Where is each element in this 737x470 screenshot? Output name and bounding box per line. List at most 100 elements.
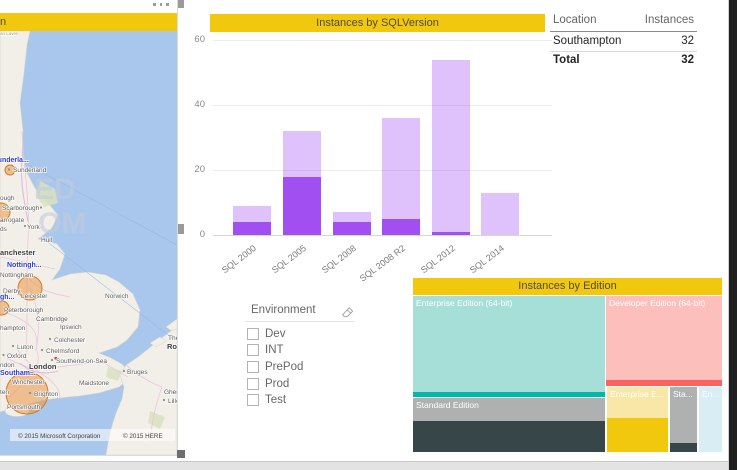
map-city-dot xyxy=(41,349,43,351)
treemap-tile-label: Developer Edition (64-bit) xyxy=(609,298,721,308)
x-tick-label: SQL 2000 xyxy=(204,243,258,287)
y-tick-label: 60 xyxy=(181,34,205,45)
bar-highlighted[interactable] xyxy=(233,222,271,235)
table-header-row: Location Instances xyxy=(550,14,697,26)
table-row[interactable]: Southampton 32 xyxy=(550,35,697,47)
bar-highlighted[interactable] xyxy=(283,177,321,236)
map-city-label: Scarborough xyxy=(2,205,40,212)
resize-handle-bottom[interactable] xyxy=(177,450,185,458)
checkbox-int[interactable] xyxy=(247,344,259,356)
treemap-tile-highlight xyxy=(606,380,722,386)
treemap-tile-label: Enterprise E... xyxy=(610,389,667,399)
treemap-tile[interactable]: Standard Edition xyxy=(413,398,605,452)
map-city-label: Hull xyxy=(41,237,53,244)
treemap-tile-label: Sta... xyxy=(673,389,696,399)
map-city-label: hampton xyxy=(0,325,26,332)
y-tick-label: 40 xyxy=(181,99,205,110)
treemap-tile-highlight xyxy=(607,418,668,452)
map-city-dot xyxy=(123,370,125,372)
slicer-divider xyxy=(245,321,354,322)
table-divider xyxy=(550,31,697,32)
map-title-text-fragment: n xyxy=(0,16,6,28)
horizontal-scrollbar[interactable] xyxy=(0,461,729,470)
map-city-dot xyxy=(49,338,51,340)
map-city-label: arrogate xyxy=(0,217,25,224)
treemap-tile[interactable]: En... xyxy=(699,387,722,452)
x-axis-line xyxy=(213,235,552,236)
bar-chart-title: Instances by SQLVersion xyxy=(210,14,545,32)
treemap-tile-label: En... xyxy=(702,389,721,399)
visual-options-menu-icon[interactable] xyxy=(153,3,169,6)
map-location-data-label[interactable]: gh... xyxy=(0,294,14,301)
map-city-label: Colchester xyxy=(54,337,86,344)
map-location-data-label[interactable]: Southam... xyxy=(0,370,36,377)
bar-total[interactable] xyxy=(481,193,519,235)
table-visual: Location Instances Southampton 32 Total … xyxy=(550,10,697,72)
treemap-tile[interactable]: Enterprise Edition (64-bit) xyxy=(413,296,605,397)
map-city-label: Luton xyxy=(17,344,34,351)
map-city-label: York xyxy=(27,224,41,231)
map-city-dot xyxy=(12,345,14,347)
map-city-label: Oxford xyxy=(7,353,27,360)
slicer-item-int[interactable]: INT xyxy=(247,343,284,357)
x-tick-label: SQL 2008 xyxy=(304,243,358,287)
slicer-item-test[interactable]: Test xyxy=(247,393,286,407)
table-cell-instances: 32 xyxy=(681,35,694,47)
bar-total[interactable] xyxy=(382,118,420,235)
table-total-row: Total 32 xyxy=(550,54,697,66)
treemap-tile[interactable]: Enterprise E... xyxy=(607,387,668,452)
treemap-title: Instances by Edition xyxy=(413,278,722,295)
slicer-label: INT xyxy=(265,344,284,356)
map-city-label: an Laven xyxy=(0,31,19,36)
table-total-label: Total xyxy=(553,54,580,66)
bar-highlighted[interactable] xyxy=(333,222,371,235)
slicer-item-prod[interactable]: Prod xyxy=(247,377,289,391)
map-city-dot xyxy=(2,354,4,356)
treemap-tile[interactable]: Developer Edition (64-bit) xyxy=(606,296,722,386)
map-city-label: Brighton xyxy=(34,391,59,398)
map-copyright-microsoft: © 2015 Microsoft Corporation xyxy=(18,432,101,440)
checkbox-test[interactable] xyxy=(247,394,259,406)
checkbox-preprod[interactable] xyxy=(247,361,259,373)
treemap-tile[interactable]: Sta... xyxy=(670,387,697,452)
bar-highlighted[interactable] xyxy=(432,232,470,235)
checkbox-prod[interactable] xyxy=(247,378,259,390)
bar-highlighted[interactable] xyxy=(382,219,420,235)
map-city-label: Winchester xyxy=(12,379,45,386)
table-header-instances[interactable]: Instances xyxy=(645,14,694,26)
treemap-tile-label: Standard Edition xyxy=(416,400,604,410)
table-total-value: 32 xyxy=(681,54,694,66)
clear-selections-icon[interactable] xyxy=(341,306,354,319)
treemap-tile-highlight xyxy=(413,392,605,397)
bar-total[interactable] xyxy=(432,60,470,236)
map-city-dot xyxy=(24,225,26,227)
map-city-label: Maidstone xyxy=(79,380,109,387)
slicer-item-dev[interactable]: Dev xyxy=(247,327,285,341)
map-city-label: The xyxy=(168,335,177,342)
map-city-dot xyxy=(29,392,31,394)
slicer-label: PrePod xyxy=(265,361,303,373)
checkbox-dev[interactable] xyxy=(247,328,259,340)
report-canvas: n xyxy=(0,0,737,470)
map-copyright-here: © 2015 HERE xyxy=(123,432,163,440)
map-city-label: ds xyxy=(0,226,8,233)
map-city-label: Sunderland xyxy=(13,167,47,174)
gridline xyxy=(213,105,552,106)
map-city-label: ndon xyxy=(0,362,15,369)
map-city-label: Cambridge xyxy=(36,316,68,323)
map-watermark-text: ED xyxy=(34,173,76,206)
table-cell-location: Southampton xyxy=(553,35,621,47)
map-visual[interactable]: n xyxy=(0,0,178,456)
window-edge-strip xyxy=(728,0,737,470)
slicer-label: Test xyxy=(265,394,286,406)
map-city-label: Southend-on-Sea xyxy=(56,358,107,365)
map-location-data-label[interactable]: Nottingh... xyxy=(7,262,42,269)
map-city-label: Leicester xyxy=(21,293,48,300)
map-city-dot xyxy=(40,206,42,208)
resize-handle-top[interactable] xyxy=(178,0,184,8)
slicer-item-preprod[interactable]: PrePod xyxy=(247,360,303,374)
bing-map[interactable]: EDOMan LavenSunderla...SunderlandoughSca… xyxy=(0,31,177,455)
table-header-location[interactable]: Location xyxy=(553,14,596,26)
map-location-data-label[interactable]: Sunderla... xyxy=(0,157,29,164)
x-tick-label: SQL 2005 xyxy=(254,243,308,287)
